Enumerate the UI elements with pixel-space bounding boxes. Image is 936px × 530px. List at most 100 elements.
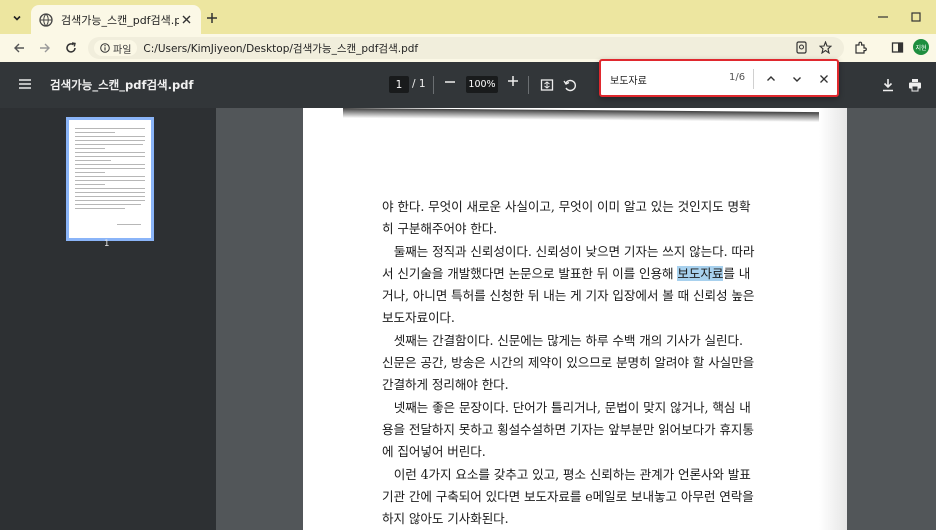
menu-icon[interactable]: [18, 77, 32, 91]
browser-tab[interactable]: 검색가능_스캔_pdf검색.pdf: [31, 5, 201, 34]
page-text-line: 둘째는 정직과 신뢰성이다. 신뢰성이 낮으면 기자는 쓰지 않는다. 따라: [382, 241, 782, 263]
line-text: 에 집어넣어 버린다.: [382, 444, 486, 460]
thumbnail-text-line: [75, 188, 145, 189]
arrow-right-icon: [39, 42, 51, 54]
thumbnail-text-line: [75, 196, 145, 197]
find-bar: 1/6: [599, 59, 839, 97]
page-text-line: 히 구분해주어야 한다.: [382, 218, 782, 240]
site-chip-label: 파일: [113, 44, 132, 56]
thumbnail-text-line: [75, 152, 145, 153]
side-panel-icon: [891, 41, 904, 54]
arrow-left-icon: [13, 42, 25, 54]
scan-side-shadow: [819, 108, 847, 530]
url-text: C:/Users/KimJiyeon/Desktop/검색가능_스캔_pdf검색…: [143, 42, 419, 55]
thumbnail-text-line: [75, 192, 145, 193]
site-info-chip[interactable]: 파일: [94, 40, 138, 56]
line-text: 를 내: [723, 265, 751, 281]
forward-button[interactable]: [36, 39, 54, 57]
star-icon: [818, 40, 832, 54]
page-text-line: 간결하게 정리해야 한다.: [382, 374, 782, 396]
plus-icon: [206, 12, 218, 24]
fit-to-page-icon: [540, 78, 554, 92]
side-panel-button[interactable]: [888, 38, 906, 56]
thumbnail-text-line: [75, 136, 145, 137]
divider: [753, 69, 754, 89]
thumbnail-text-line: [75, 168, 145, 169]
chevron-up-icon: [766, 74, 776, 84]
thumbnail-text-line: [75, 144, 143, 145]
line-text: 둘째는 정직과 신뢰성이다. 신뢰성이 낮으면 기자는 쓰지 않는다. 따라: [382, 243, 755, 259]
new-tab-button[interactable]: [203, 9, 221, 27]
thumbnail-text-line: [75, 148, 105, 149]
page-text-line: 용을 전달하지 못하고 횡설수설하면 기자는 앞부분만 읽어보다가 휴지통: [382, 419, 782, 441]
page-text-line: 이런 4가지 요소를 갖추고 있고, 평소 신뢰하는 관계가 언론사와 발표: [382, 464, 782, 486]
print-button[interactable]: [906, 76, 924, 94]
download-button[interactable]: [879, 76, 897, 94]
page-number-input[interactable]: 1: [389, 76, 409, 93]
find-match-count: 1/6: [729, 72, 746, 83]
thumbnail-text-line: [75, 180, 145, 181]
page-thumbnail[interactable]: [66, 117, 154, 241]
thumbnail-text-line: [75, 156, 145, 157]
maximize-icon: [910, 11, 922, 23]
reload-button[interactable]: [62, 39, 80, 57]
page-text-line: 기관 간에 구축되어 있다면 보도자료를 e메일로 보내놓고 아무런 연락을: [382, 486, 782, 508]
tab-strip: 검색가능_스캔_pdf검색.pdf: [0, 0, 936, 34]
thumbnail-text-line: [75, 176, 145, 177]
zoom-level-input[interactable]: 100%: [466, 76, 498, 93]
close-icon: [819, 74, 829, 84]
thumbnail-text-line: [117, 224, 141, 225]
minimize-button[interactable]: [874, 8, 892, 26]
download-icon: [881, 78, 895, 92]
thumbnail-text-line: [75, 184, 105, 185]
find-next-button[interactable]: [788, 70, 806, 88]
rotate-button[interactable]: [561, 76, 579, 94]
plus-icon: [507, 75, 519, 87]
minimize-icon: [877, 11, 889, 23]
document-icon: [795, 40, 808, 54]
globe-icon: [39, 12, 53, 27]
fit-page-button[interactable]: [538, 76, 556, 94]
bookmark-button[interactable]: [816, 38, 834, 56]
thumbnail-text-line: [75, 132, 115, 133]
page-text-line: 보도자료이다.: [382, 307, 782, 329]
find-close-button[interactable]: [815, 70, 833, 88]
extensions-button[interactable]: [851, 38, 869, 56]
pdf-viewer[interactable]: 야 한다. 무엇이 새로운 사실이고, 무엇이 이미 알고 있는 것인지도 명확…: [216, 108, 936, 530]
tab-title: 검색가능_스캔_pdf검색.pdf: [61, 13, 179, 27]
search-match-highlight: 보도자료: [677, 265, 724, 281]
tab-close-button[interactable]: [179, 13, 193, 27]
zoom-out-button[interactable]: [444, 76, 456, 88]
line-text: 기관 간에 구축되어 있다면 보도자료를 e메일로 보내놓고 아무런 연락을: [382, 488, 754, 504]
close-icon: [182, 15, 191, 24]
maximize-button[interactable]: [907, 8, 925, 26]
back-button[interactable]: [10, 39, 28, 57]
page-text-line: 서 신기술을 개발했다면 논문으로 발표한 뒤 이를 인용해 보도자료를 내: [382, 263, 782, 285]
thumbnail-sidebar: 1: [0, 108, 216, 530]
thumbnail-text-line: [75, 200, 145, 201]
page-text-line: 거나, 아니면 특허를 신청한 뒤 내는 게 기자 입장에서 볼 때 신뢰성 높…: [382, 285, 782, 307]
profile-avatar[interactable]: 지현: [913, 39, 929, 55]
thumbnail-text-line: [75, 172, 105, 173]
tab-search-button[interactable]: [7, 8, 27, 28]
thumbnail-text-line: [75, 160, 111, 161]
find-previous-button[interactable]: [762, 70, 780, 88]
address-bar[interactable]: 파일 C:/Users/KimJiyeon/Desktop/검색가능_스캔_pd…: [88, 37, 844, 59]
line-text: 신문은 공간, 방송은 시간의 제약이 있으므로 분명히 알려야 할 사실만을: [382, 355, 755, 371]
reload-icon: [65, 42, 77, 54]
read-aloud-button[interactable]: [792, 38, 810, 56]
page-text-line: 셋째는 간결함이다. 신문에는 많게는 하루 수백 개의 기사가 실린다.: [382, 330, 782, 352]
line-text: 서 신기술을 개발했다면 논문으로 발표한 뒤 이를 인용해: [382, 265, 678, 281]
thumbnail-text-line: [75, 164, 145, 165]
page-text-line: 신문은 공간, 방송은 시간의 제약이 있으므로 분명히 알려야 할 사실만을: [382, 352, 782, 374]
line-text: 넷째는 좋은 문장이다. 단어가 틀리거나, 문법이 맞지 않거나, 핵심 내: [382, 399, 751, 415]
line-text: 간결하게 정리해야 한다.: [382, 377, 509, 393]
page-total: / 1: [412, 78, 426, 90]
line-text: 보도자료이다.: [382, 310, 455, 326]
pdf-page: 야 한다. 무엇이 새로운 사실이고, 무엇이 이미 알고 있는 것인지도 명확…: [303, 108, 847, 530]
zoom-in-button[interactable]: [507, 75, 519, 87]
line-text: 히 구분해주어야 한다.: [382, 221, 498, 237]
puzzle-icon: [854, 41, 867, 54]
info-icon: [100, 43, 110, 53]
find-input[interactable]: [610, 71, 720, 87]
